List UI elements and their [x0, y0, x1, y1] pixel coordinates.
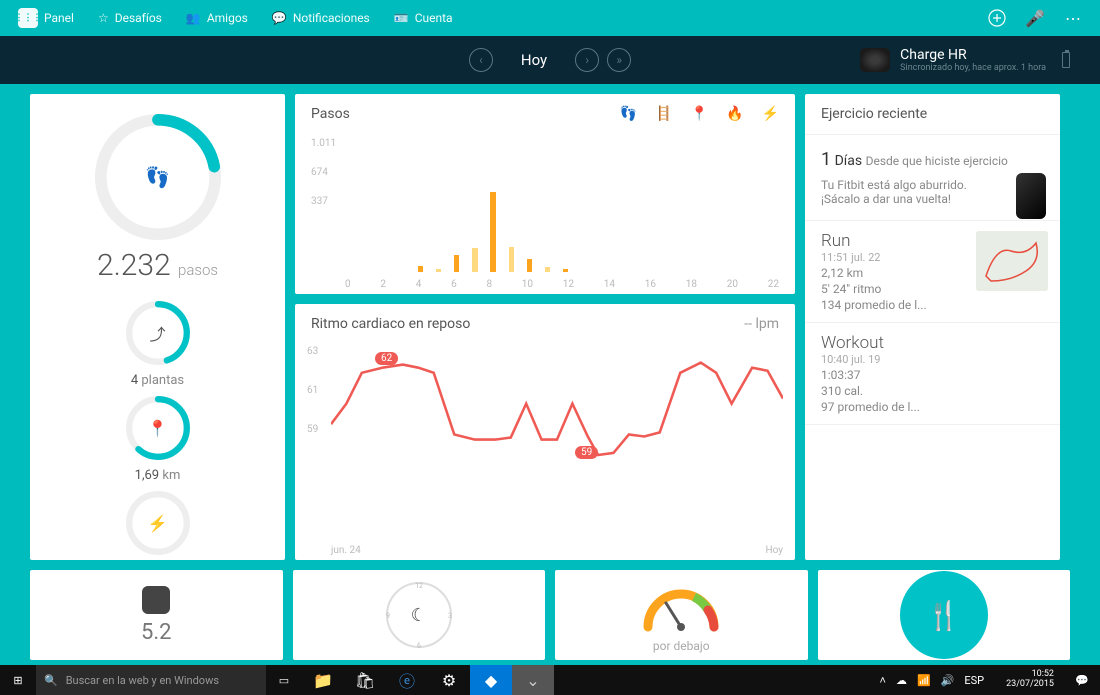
tab-calories-icon[interactable]: 🔥: [726, 106, 743, 122]
nav-panel: Panel: [44, 11, 74, 25]
gauge-icon: [636, 577, 726, 637]
exercise-days-block[interactable]: 1 Días Desde que hiciste ejercicio Tu Fi…: [805, 135, 1060, 221]
steps-bars: [345, 192, 779, 272]
device-name: Charge HR: [900, 47, 1046, 63]
tab-distance-icon[interactable]: 📍: [691, 106, 708, 122]
wifi-icon[interactable]: 📶: [917, 674, 931, 687]
date-bar: ‹ Hoy › » Charge HR Sincronizado hoy, ha…: [0, 36, 1100, 84]
svg-text:3: 3: [448, 612, 452, 620]
steps-chart-title: Pasos: [311, 106, 350, 122]
hr-line: [331, 342, 783, 465]
scale-icon: [142, 586, 170, 614]
volume-icon[interactable]: 🔊: [941, 674, 955, 687]
app-settings[interactable]: ⚙: [428, 665, 470, 695]
calories-gauge-card[interactable]: por debajo: [555, 570, 808, 660]
svg-text:6: 6: [417, 642, 421, 650]
search-icon: 🔍: [44, 674, 58, 687]
small-goal[interactable]: ⤴ 4 plantas: [99, 297, 217, 388]
more-icon[interactable]: ⋯: [1064, 9, 1082, 27]
nav-challenges[interactable]: ☆Desafíos: [98, 11, 162, 25]
app-explorer[interactable]: 📁: [302, 665, 344, 695]
steps-y-labels: 1.011674337: [311, 138, 336, 207]
exercise-item[interactable]: Workout 10:40 jul. 19 1:03:37 310 cal. 9…: [805, 323, 1060, 425]
nav-friends[interactable]: 👥Amigos: [186, 11, 248, 25]
battery-icon: [1062, 52, 1070, 68]
app-store[interactable]: 🛍: [344, 665, 386, 695]
device-sync: Sincronizado hoy, hace aprox. 1 hora: [900, 63, 1046, 73]
hr-value: -- lpm: [744, 316, 779, 332]
app-edge[interactable]: ⓔ: [386, 665, 428, 695]
small-goal[interactable]: 📍 1,69 km: [99, 392, 217, 483]
hr-badge-high: 62: [375, 352, 398, 365]
prev-day-button[interactable]: ‹: [469, 48, 493, 72]
food-circle: 🍴: [900, 571, 988, 659]
weight-value: 5.2: [141, 620, 172, 645]
device-image: [860, 48, 890, 72]
exercise-item[interactable]: Run 11:51 jul. 22 2,12 km 5' 24" ritmo 1…: [805, 221, 1060, 323]
moon-icon: ☾: [411, 605, 427, 626]
food-card[interactable]: 🍴: [818, 570, 1071, 660]
device-thumb: [1016, 173, 1046, 219]
id-icon: 🪪: [394, 11, 409, 25]
device-info[interactable]: Charge HR Sincronizado hoy, hace aprox. …: [860, 47, 1070, 73]
metric-tabs: 👣 🪜 📍 🔥 ⚡: [620, 106, 779, 122]
app-unknown[interactable]: ⌄: [512, 665, 554, 695]
system-tray[interactable]: ˄ ☁ 📶 🔊 ESP: [868, 674, 997, 687]
hr-x-labels: jun. 24Hoy: [331, 545, 783, 556]
route-map-thumb: [976, 231, 1048, 291]
hr-chart-card[interactable]: Ritmo cardiaco en reposo -- lpm 636159 6…: [295, 304, 795, 560]
day-label: Hoy: [521, 51, 547, 69]
svg-text:12: 12: [415, 582, 423, 590]
next-day-button[interactable]: ›: [575, 48, 599, 72]
taskbar-clock[interactable]: 10:5223/07/2015: [996, 670, 1064, 690]
sleep-card[interactable]: 12 3 6 9 ☾: [293, 570, 546, 660]
start-button[interactable]: ⊞: [0, 665, 36, 695]
hr-badge-low: 59: [575, 446, 598, 459]
onedrive-icon[interactable]: ☁: [896, 674, 907, 687]
windows-taskbar: ⊞ 🔍Buscar en la web y en Windows ▭ 📁 🛍 ⓔ…: [0, 665, 1100, 695]
weight-card[interactable]: 5.2: [30, 570, 283, 660]
skip-button[interactable]: »: [607, 48, 631, 72]
notifications-button[interactable]: 💬: [1064, 665, 1100, 695]
star-icon: ☆: [98, 11, 109, 25]
chat-icon: 💬: [272, 11, 287, 25]
hr-title: Ritmo cardiaco en reposo: [311, 316, 470, 332]
footsteps-icon: 👣: [145, 165, 170, 189]
tab-steps-icon[interactable]: 👣: [620, 106, 637, 122]
utensils-icon: 🍴: [926, 599, 961, 632]
app-fitbit[interactable]: ◆: [470, 665, 512, 695]
tab-active-icon[interactable]: ⚡: [762, 106, 779, 122]
hr-y-labels: 636159: [307, 346, 318, 435]
recent-exercise-title: Ejercicio reciente: [805, 94, 1060, 135]
recent-exercise-card: Ejercicio reciente 1 Días Desde que hici…: [805, 94, 1060, 560]
people-icon: 👥: [186, 11, 201, 25]
add-button[interactable]: [988, 9, 1006, 27]
taskbar-search[interactable]: 🔍Buscar en la web y en Windows: [36, 665, 266, 695]
task-view-button[interactable]: ▭: [266, 665, 302, 695]
lang-indicator[interactable]: ESP: [964, 674, 984, 687]
nav-logo[interactable]: ⋮⋮⋮Panel: [18, 8, 74, 28]
small-goal[interactable]: ⚡ 0 minutos de actividad: [99, 487, 217, 560]
steps-chart-card[interactable]: Pasos 👣 🪜 📍 🔥 ⚡ 1.011674337 024681012141…: [295, 94, 795, 294]
svg-text:9: 9: [386, 612, 390, 620]
steps-x-labels: 0246810121416182022: [345, 279, 779, 290]
top-nav-bar: ⋮⋮⋮Panel ☆Desafíos 👥Amigos 💬Notificacion…: [0, 0, 1100, 36]
nav-account[interactable]: 🪪Cuenta: [394, 11, 453, 25]
nav-notifications[interactable]: 💬Notificaciones: [272, 11, 370, 25]
goals-card[interactable]: 👣 2.232 pasos ⤴ 4 plantas 📍 1,69 km ⚡ 0 …: [30, 94, 285, 560]
mic-icon[interactable]: 🎤: [1026, 9, 1044, 27]
tab-floors-icon[interactable]: 🪜: [655, 106, 672, 122]
steps-ring: 👣: [93, 112, 223, 242]
tray-up-icon[interactable]: ˄: [880, 674, 886, 687]
steps-value: 2.232 pasos: [97, 248, 218, 283]
gauge-label: por debajo: [653, 639, 710, 653]
